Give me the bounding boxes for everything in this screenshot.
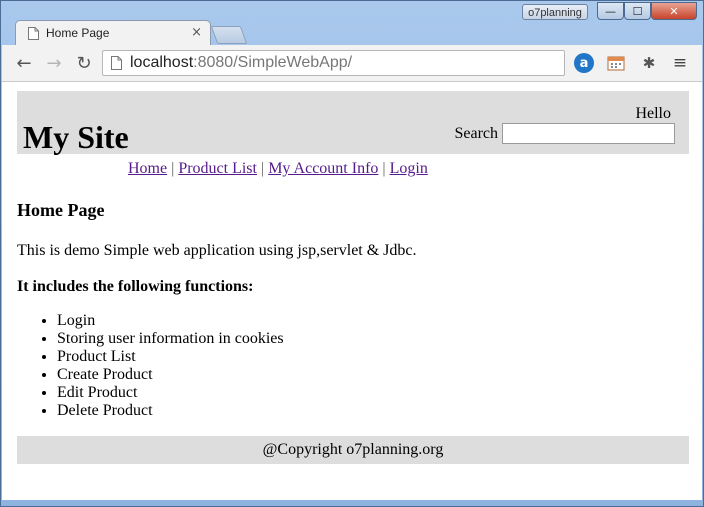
address-bar[interactable]: localhost:8080/SimpleWebApp/ bbox=[102, 50, 565, 76]
site-header: My Site Hello Search bbox=[17, 91, 689, 155]
menu-separator: | bbox=[171, 160, 175, 177]
search-input[interactable] bbox=[502, 123, 675, 144]
list-item: Storing user information in cookies bbox=[57, 330, 284, 348]
page-icon bbox=[111, 56, 122, 70]
main-content: Home Page This is demo Simple web applic… bbox=[17, 200, 689, 419]
menu-icon[interactable]: ≡ bbox=[670, 53, 690, 73]
list-item: Product List bbox=[57, 348, 284, 366]
bug-extension-icon[interactable]: ✱ bbox=[639, 53, 659, 73]
tab-close-icon[interactable]: × bbox=[191, 25, 202, 40]
functions-heading: It includes the following functions: bbox=[17, 278, 254, 295]
close-window-button[interactable]: ✕ bbox=[651, 2, 697, 20]
search-area: Search bbox=[454, 123, 675, 144]
page-icon bbox=[28, 27, 39, 40]
calendar-extension-icon[interactable] bbox=[606, 53, 626, 73]
menu-link-home[interactable]: Home bbox=[128, 160, 167, 177]
site-footer: @Copyright o7planning.org bbox=[17, 436, 689, 464]
menu-separator: | bbox=[260, 160, 265, 177]
list-item: Edit Product bbox=[57, 384, 284, 402]
intro-text: This is demo Simple web application usin… bbox=[17, 242, 417, 259]
page-heading: Home Page bbox=[17, 200, 105, 220]
functions-list: Login Storing user information in cookie… bbox=[17, 312, 284, 420]
site-title: My Site bbox=[23, 119, 129, 155]
maximize-button[interactable]: ☐ bbox=[624, 2, 651, 20]
browser-toolbar: ← → ↻ localhost:8080/SimpleWebApp/ a ✱ ≡ bbox=[2, 45, 702, 82]
minimize-button[interactable]: — bbox=[597, 2, 624, 20]
url-host: localhost bbox=[130, 54, 194, 71]
menu-link-login[interactable]: Login bbox=[390, 160, 428, 177]
calendar-icon bbox=[607, 56, 625, 71]
extension-a-icon[interactable]: a bbox=[574, 53, 594, 73]
new-tab-button[interactable] bbox=[210, 26, 248, 44]
hello-text: Hello bbox=[635, 105, 671, 122]
list-item: Login bbox=[57, 312, 284, 330]
site-menu: Home | Product List | My Account Info | Login bbox=[128, 160, 428, 178]
menu-separator: | bbox=[382, 160, 386, 177]
tab-title: Home Page bbox=[46, 26, 110, 40]
menu-link-my-account-info[interactable]: My Account Info bbox=[268, 160, 378, 177]
list-item: Delete Product bbox=[57, 402, 284, 420]
list-item: Create Product bbox=[57, 366, 284, 384]
profile-badge[interactable]: o7planning bbox=[522, 4, 588, 20]
menu-link-product-list[interactable]: Product List bbox=[178, 160, 257, 177]
reload-icon[interactable]: ↻ bbox=[72, 51, 96, 75]
forward-arrow-icon[interactable]: → bbox=[42, 51, 66, 75]
tab-home-page[interactable]: Home Page × bbox=[15, 20, 211, 46]
browser-window: o7planning — ☐ ✕ Home Page × ← → ↻ local… bbox=[0, 0, 704, 507]
page-viewport: My Site Hello Search Home | Product List | M… bbox=[2, 82, 702, 500]
search-label: Search bbox=[454, 124, 498, 142]
back-arrow-icon[interactable]: ← bbox=[12, 51, 36, 75]
url-text: localhost:8080/SimpleWebApp/ bbox=[130, 54, 352, 72]
url-path: :8080/SimpleWebApp/ bbox=[193, 54, 353, 71]
